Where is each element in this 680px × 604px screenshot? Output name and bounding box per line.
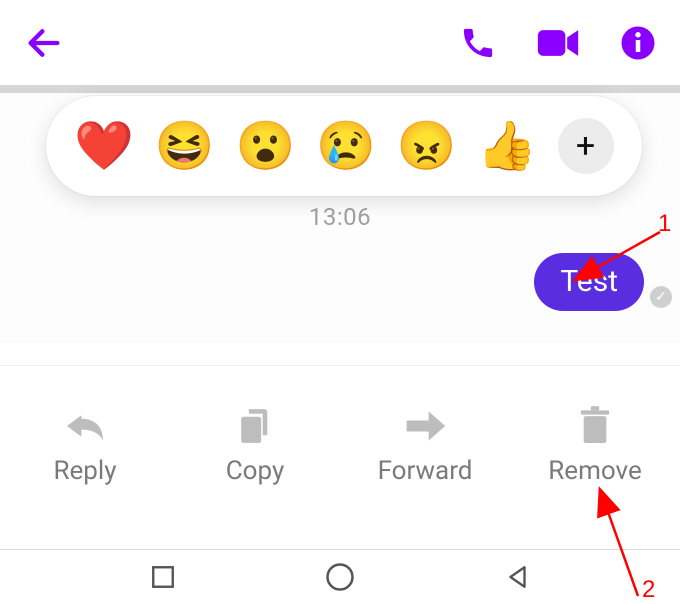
message-timestamp: 13:06 xyxy=(309,203,371,231)
copy-label: Copy xyxy=(226,456,285,486)
android-nav-bar xyxy=(0,549,680,604)
reaction-add-icon[interactable]: + xyxy=(558,118,614,174)
voice-call-icon[interactable] xyxy=(460,25,496,61)
reaction-sad[interactable]: 😢 xyxy=(316,122,376,170)
nav-home-icon[interactable] xyxy=(325,562,355,592)
back-arrow-icon[interactable] xyxy=(24,23,64,63)
delivered-check-icon: ✓ xyxy=(650,286,672,308)
forward-icon xyxy=(403,406,447,446)
reply-label: Reply xyxy=(53,456,116,486)
reaction-wow[interactable]: 😮 xyxy=(235,122,295,170)
chat-area: ❤️ 😆 😮 😢 😠 👍 + 13:06 Test ✓ xyxy=(0,93,680,343)
reaction-heart[interactable]: ❤️ xyxy=(74,122,134,170)
copy-button[interactable]: Copy xyxy=(180,406,330,486)
forward-label: Forward xyxy=(378,456,473,486)
remove-label: Remove xyxy=(548,456,641,486)
reaction-angry[interactable]: 😠 xyxy=(397,122,457,170)
copy-icon xyxy=(236,406,274,446)
reaction-thumbs-up[interactable]: 👍 xyxy=(477,122,537,170)
reaction-laugh[interactable]: 😆 xyxy=(155,122,215,170)
reply-button[interactable]: Reply xyxy=(10,406,160,486)
remove-button[interactable]: Remove xyxy=(520,406,670,486)
message-row: Test ✓ xyxy=(534,253,672,311)
info-icon[interactable] xyxy=(620,25,656,61)
reaction-picker: ❤️ 😆 😮 😢 😠 👍 + xyxy=(46,96,642,196)
top-divider xyxy=(0,85,680,93)
forward-button[interactable]: Forward xyxy=(350,406,500,486)
trash-icon xyxy=(578,406,612,446)
sent-message-bubble[interactable]: Test xyxy=(534,253,644,311)
nav-overview-icon[interactable] xyxy=(150,564,176,590)
top-bar xyxy=(0,0,680,85)
reply-icon xyxy=(63,406,107,446)
nav-back-icon[interactable] xyxy=(505,564,531,590)
message-action-bar: Reply Copy Forward Remove xyxy=(0,365,680,516)
video-call-icon[interactable] xyxy=(536,25,580,61)
